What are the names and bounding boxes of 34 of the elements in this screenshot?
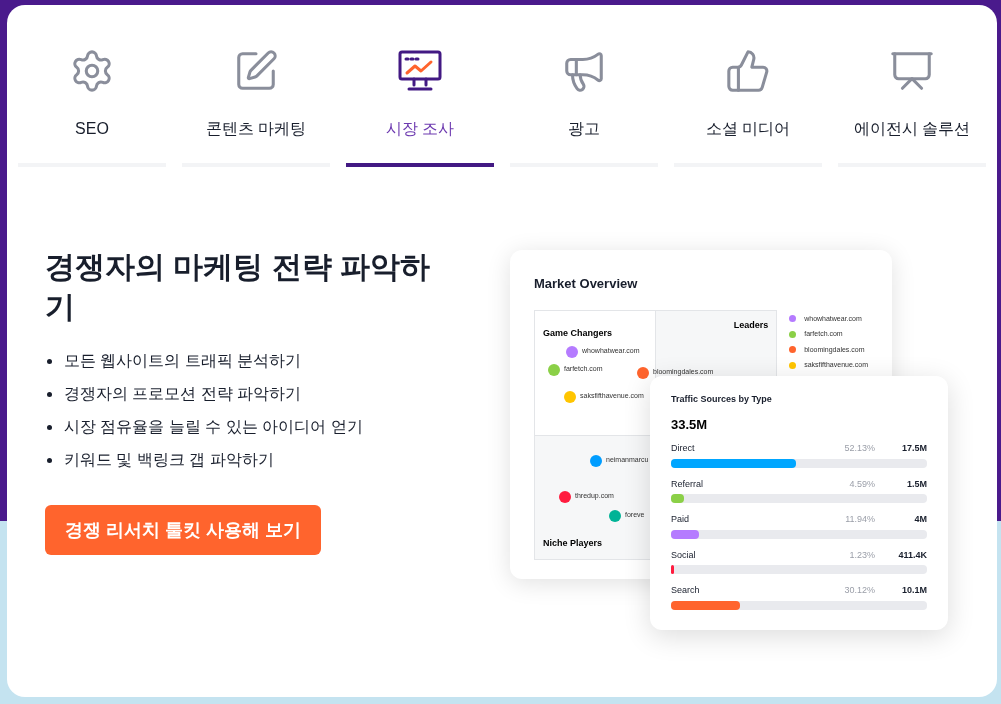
quadrant-label: Game Changers — [543, 327, 613, 338]
source-share: 4.59% — [849, 477, 875, 491]
source-name: Search — [671, 584, 701, 597]
source-name: Paid — [671, 513, 690, 526]
source-name: Direct — [671, 442, 696, 455]
bullet-text: 시장 점유율을 늘릴 수 있는 아이디어 얻기 — [64, 417, 363, 437]
bullet-text: 모든 웹사이트의 트래픽 분석하기 — [64, 351, 302, 371]
category-tab[interactable]: 에이전시 솔루션 — [838, 45, 986, 167]
category-tab[interactable]: 광고 — [510, 45, 658, 167]
category-tab[interactable]: 콘텐츠 마케팅 — [182, 45, 330, 167]
category-tab[interactable]: 소셜 미디어 — [674, 45, 822, 167]
source-value: 1.5M — [906, 477, 927, 491]
source-share: 52.13% — [844, 442, 875, 455]
source-share: 30.12% — [844, 584, 875, 597]
card-title: Market Overview — [534, 275, 639, 293]
quadrant-label: Niche Players — [543, 537, 603, 550]
source-value: 10.1M — [901, 584, 927, 597]
category-tab[interactable]: SEO — [18, 45, 166, 167]
source-share: 1.23% — [849, 548, 875, 562]
source-share: 11.94% — [845, 513, 875, 526]
category-tab[interactable]: 시장 조사 — [346, 45, 494, 167]
source-name: Social — [671, 548, 697, 562]
total-value: 33.5M — [671, 415, 709, 434]
monitor-chart-icon — [397, 49, 443, 93]
card-title: Traffic Sources by Type — [671, 393, 773, 406]
section-heading: 경쟁자의 마케팅 전략 파악하기 — [45, 249, 431, 325]
source-name: Referral — [671, 477, 704, 491]
source-value: 17.5M — [901, 442, 927, 455]
bullet-text: 경쟁자의 프로모션 전략 파악하기 — [64, 384, 302, 404]
bullet-text: 키워드 및 백링크 갭 파악하기 — [64, 450, 274, 470]
thumbs-up-icon — [725, 48, 771, 94]
source-value: 4M — [913, 513, 927, 526]
quadrant-label: Leaders — [733, 318, 769, 332]
source-value: 411.4K — [897, 548, 927, 562]
